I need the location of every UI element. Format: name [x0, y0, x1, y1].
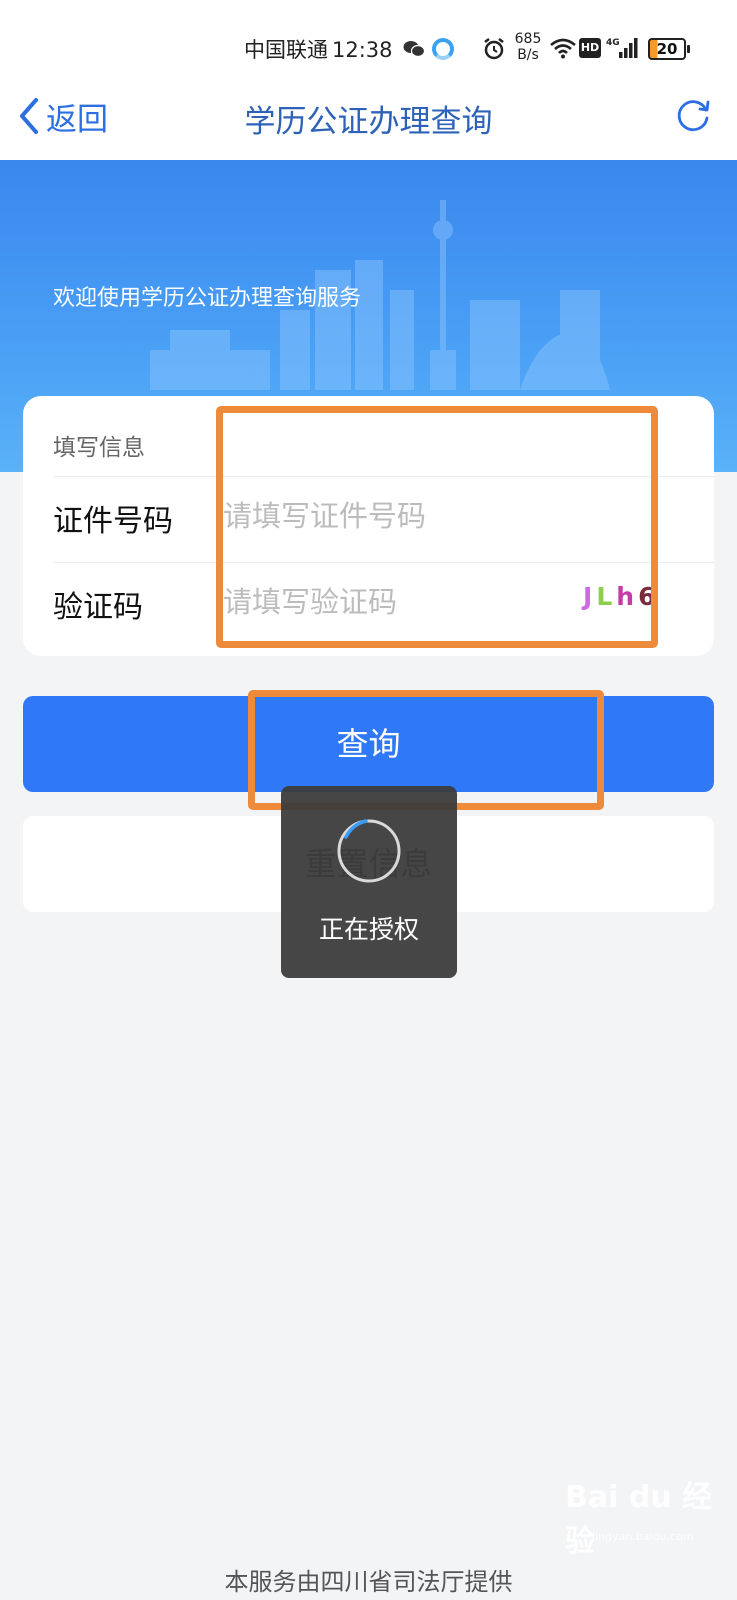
- captcha-image[interactable]: JLh6: [583, 582, 683, 622]
- footer-provider-text: 本服务由四川省司法厅提供: [224, 1568, 513, 1596]
- watermark-url: jingyan.baidu.com: [592, 1530, 694, 1543]
- loading-toast: 正在授权: [281, 786, 457, 978]
- hd-badge: HD: [579, 38, 601, 58]
- id-number-input[interactable]: [223, 494, 523, 538]
- clock: 12:38: [332, 38, 393, 62]
- signal-4g-icon: 4G: [606, 38, 638, 58]
- welcome-text: 欢迎使用学历公证办理查询服务: [53, 286, 362, 311]
- battery-indicator: 20: [648, 38, 690, 60]
- alarm-icon: [484, 38, 504, 60]
- refresh-icon[interactable]: [674, 96, 712, 134]
- status-carrier-time: 中国联通 12:38: [244, 34, 393, 64]
- nav-bar: 返回 学历公证办理查询: [0, 80, 737, 160]
- captcha-label: 验证码: [53, 590, 143, 625]
- form-card: 填写信息 证件号码 验证码 JLh6: [23, 396, 714, 656]
- captcha-char: J: [583, 582, 597, 611]
- divider: [53, 476, 714, 477]
- network-type: 4G: [606, 38, 620, 48]
- captcha-char: L: [596, 582, 617, 611]
- baidu-watermark: Bai du 经验: [565, 1480, 713, 1559]
- captcha-input[interactable]: [223, 580, 523, 624]
- id-number-label: 证件号码: [53, 504, 173, 539]
- app-notification-icon: [432, 38, 454, 60]
- net-speed-value: 685: [514, 31, 542, 47]
- net-speed: 685 B/s: [512, 31, 544, 63]
- captcha-char: h: [616, 582, 639, 611]
- spinner-icon: [337, 819, 401, 883]
- page-title: 学历公证办理查询: [244, 104, 493, 140]
- form-header: 填写信息: [53, 435, 145, 461]
- query-button[interactable]: 查询: [23, 696, 714, 792]
- toast-text: 正在授权: [318, 915, 419, 944]
- wechat-icon: [403, 41, 425, 58]
- divider: [53, 562, 714, 563]
- net-speed-unit: B/s: [517, 47, 539, 63]
- wifi-icon: [550, 38, 576, 59]
- captcha-char: 6: [638, 582, 660, 611]
- carrier-label: 中国联通: [244, 38, 328, 62]
